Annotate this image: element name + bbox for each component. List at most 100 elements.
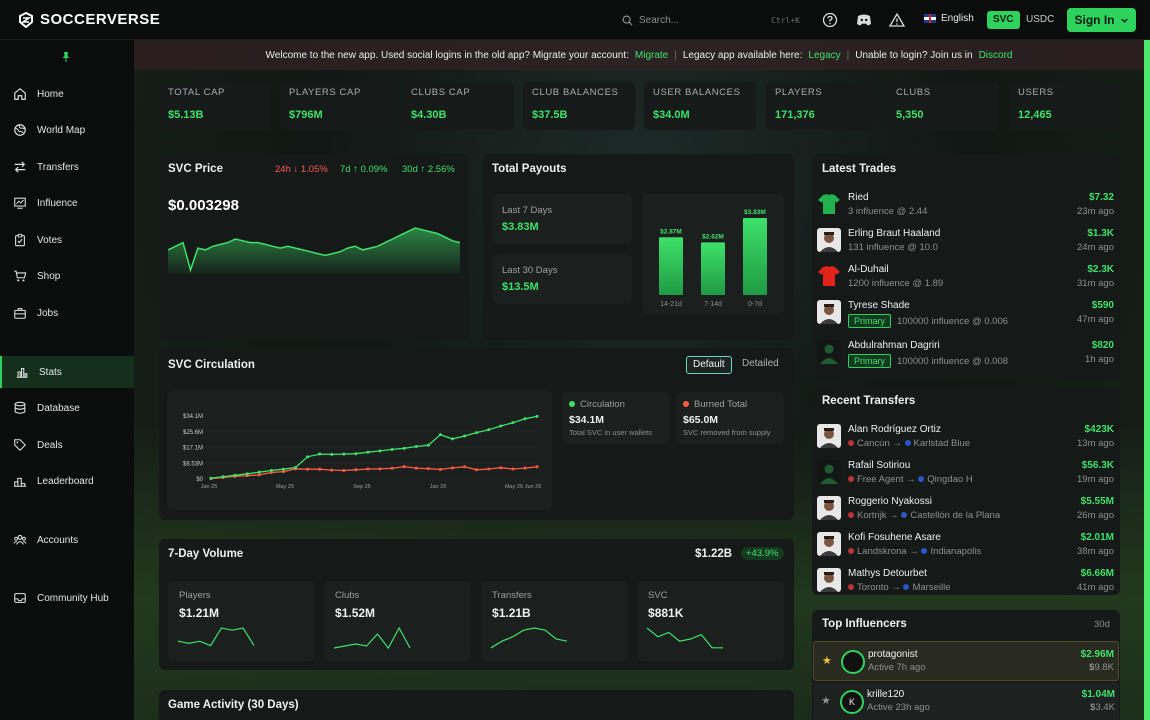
discord-icon[interactable] [856,12,872,28]
arrow-right-icon: → [909,546,922,557]
club-crest-icon [921,548,928,554]
help-icon[interactable] [822,12,838,28]
burned-point[interactable] [366,467,370,471]
burned-point[interactable] [378,467,382,471]
circulation-point[interactable] [414,444,418,448]
migrate-link[interactable]: Migrate [635,50,668,61]
influencer-row[interactable]: ★ protagonist Active 7h ago $2.96M $9.8K [813,641,1119,681]
sidebar-item-jobs[interactable]: Jobs [0,297,134,329]
sidebar-item-world-map[interactable]: World Map [0,114,134,146]
circulation-point[interactable] [511,421,515,425]
circulation-point[interactable] [475,431,479,435]
burned-point[interactable] [342,469,346,473]
sign-in-button[interactable]: Sign In [1067,8,1136,32]
circulation-point[interactable] [438,433,442,437]
burned-point[interactable] [487,467,491,471]
circulation-point[interactable] [245,472,249,476]
circulation-point[interactable] [378,449,382,453]
tab-default[interactable]: Default [686,356,732,374]
circulation-point[interactable] [366,450,370,454]
circulation-point[interactable] [221,475,225,479]
transfer-row[interactable]: Kofi Fosuhene Asare Landskrona → Indiana… [814,528,1118,562]
circulation-point[interactable] [499,424,503,428]
burned-point[interactable] [306,467,310,471]
transfer-player-name: Kofi Fosuhene Asare [848,532,941,543]
search-input[interactable]: Search... [639,15,679,26]
burned-point[interactable] [450,466,454,470]
burned-point[interactable] [318,467,322,471]
transfer-route: Toronto → Marseille [848,582,950,593]
circulation-point[interactable] [209,476,213,480]
payout-bar[interactable] [701,242,725,295]
language-selector[interactable]: English [924,13,974,24]
discord-link[interactable]: Discord [979,50,1013,61]
burned-point[interactable] [463,465,467,469]
circulation-point[interactable] [269,469,273,473]
trade-row[interactable]: Ried 3 influence @ 2.44 $7.32 23m ago [814,188,1118,222]
circulation-point[interactable] [306,455,310,459]
transfer-row[interactable]: Mathys Detourbet Toronto → Marseille $6.… [814,564,1118,598]
influencers-period[interactable]: 30d [1094,619,1110,630]
sidebar-item-shop[interactable]: Shop [0,260,134,292]
circulation-point[interactable] [281,467,285,471]
payout-bar[interactable] [659,237,683,295]
tab-detailed[interactable]: Detailed [736,356,785,374]
sidebar-item-accounts[interactable]: Accounts [0,524,134,556]
circulation-point[interactable] [523,417,527,421]
burned-point[interactable] [499,466,503,470]
circulation-point[interactable] [294,466,298,470]
circulation-point[interactable] [426,443,430,447]
trade-row[interactable]: Al-Duhail 1200 influence @ 1.89 $2.3K 31… [814,260,1118,294]
circulation-point[interactable] [390,447,394,451]
currency-svc-toggle[interactable]: SVC [987,11,1020,29]
circulation-point[interactable] [487,428,491,432]
scrollbar[interactable] [1144,40,1150,720]
trade-row[interactable]: Abdulrahman Dagriri Primary 100000 influe… [814,336,1118,370]
transfer-row[interactable]: Rafail Sotiriou Free Agent → Qingdao H $… [814,456,1118,490]
pin-icon[interactable] [62,52,70,62]
burned-point[interactable] [354,468,358,472]
sidebar-item-stats[interactable]: Stats [0,356,134,388]
burned-point[interactable] [414,466,418,470]
circulation-point[interactable] [450,437,454,441]
burned-point[interactable] [390,466,394,470]
circulation-point[interactable] [257,470,261,474]
burned-point[interactable] [257,473,261,477]
transfer-row[interactable]: Alan Rodríguez Ortiz Cancún → Karlstad B… [814,420,1118,454]
circulation-point[interactable] [463,434,467,438]
circulation-point[interactable] [233,473,237,477]
sidebar-item-home[interactable]: Home [0,78,134,110]
alert-icon[interactable] [889,12,905,28]
burned-point[interactable] [535,465,539,469]
circulation-point[interactable] [354,452,358,456]
circulation-point[interactable] [330,452,334,456]
sidebar-item-influence[interactable]: Influence [0,187,134,219]
influencer-row[interactable]: ★ K krille120 Active 23h ago $1.04M $3.4… [813,682,1119,720]
burned-point[interactable] [426,467,430,471]
sidebar-item-votes[interactable]: Votes [0,224,134,256]
circulation-point[interactable] [402,446,406,450]
burned-point[interactable] [475,468,479,472]
burned-point[interactable] [523,466,527,470]
sidebar-item-community-hub[interactable]: Community Hub [0,582,134,614]
transfer-row[interactable]: Roggerio Nyakossi Kortrijk → Castellón d… [814,492,1118,526]
sidebar-item-leaderboard[interactable]: Leaderboard [0,465,134,497]
circulation-point[interactable] [535,414,539,418]
trade-row[interactable]: Tyrese Shade Primary 100000 influence @ 0… [814,296,1118,330]
sidebar-item-deals[interactable]: Deals [0,429,134,461]
sidebar-item-database[interactable]: Database [0,392,134,424]
circulation-point[interactable] [318,452,322,456]
burned-point[interactable] [438,467,442,471]
trade-row[interactable]: Erling Braut Haaland 131 influence @ 10.… [814,224,1118,258]
top-influencers-title: Top Influencers [822,618,907,630]
search-box[interactable]: Search... Ctrl+K [616,8,806,32]
sidebar-item-transfers[interactable]: Transfers [0,151,134,183]
burned-point[interactable] [330,468,334,472]
burned-point[interactable] [511,467,515,471]
burned-point[interactable] [402,465,406,469]
payout-bar[interactable] [743,218,767,295]
circulation-point[interactable] [342,452,346,456]
legacy-link[interactable]: Legacy [808,50,840,61]
currency-usdc-toggle[interactable]: USDC [1026,11,1054,29]
logo[interactable]: SOCCERVERSE [18,11,160,28]
